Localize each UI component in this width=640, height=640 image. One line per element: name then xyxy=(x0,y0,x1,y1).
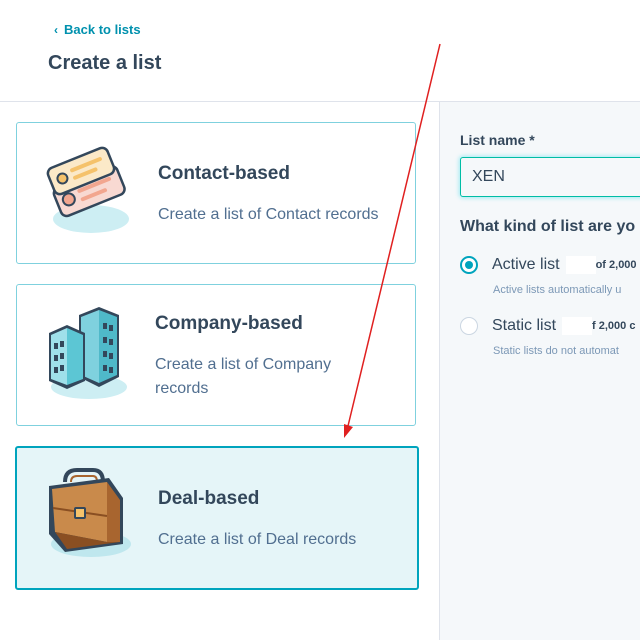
page-header: ‹ Back to lists Create a list xyxy=(0,0,640,102)
active-list-label: Active list xyxy=(492,256,560,273)
redaction-box xyxy=(565,256,596,274)
active-list-help: Active lists automatically u xyxy=(493,284,622,296)
redaction-box xyxy=(562,317,593,335)
briefcase-icon xyxy=(49,468,131,557)
card-description: Create a list of Deal records xyxy=(158,531,357,548)
office-building-icon xyxy=(49,307,127,399)
card-title: Deal-based xyxy=(158,488,260,509)
deal-based-card[interactable]: Deal-based Create a list of Deal records xyxy=(15,446,419,590)
static-list-label: Static list xyxy=(492,317,557,334)
contact-cards-icon xyxy=(46,146,129,233)
list-settings-panel: List name * What kind of list are yo Act… xyxy=(439,102,640,640)
back-link-label: Back to lists xyxy=(64,22,141,37)
object-type-panel: Contact-based Create a list of Contact r… xyxy=(0,102,439,640)
static-list-help: Static lists do not automat xyxy=(493,345,619,357)
company-based-card[interactable]: Company-based Create a list of Company r… xyxy=(16,284,416,426)
static-list-limit: f 2,000 c xyxy=(592,320,636,332)
list-name-label: List name * xyxy=(460,132,535,148)
list-name-input[interactable] xyxy=(460,157,640,197)
card-description: Create a list of Company records xyxy=(155,356,332,397)
contact-based-card[interactable]: Contact-based Create a list of Contact r… xyxy=(16,122,416,264)
active-list-limit: of 2,000 xyxy=(595,259,637,271)
static-list-radio[interactable] xyxy=(460,317,478,335)
card-description: Create a list of Contact records xyxy=(158,206,379,223)
list-type-question: What kind of list are yo xyxy=(460,218,636,235)
static-list-option[interactable]: Static list f 2,000 c xyxy=(460,317,635,335)
page-title: Create a list xyxy=(48,52,162,74)
chevron-left-icon: ‹ xyxy=(54,22,58,37)
active-list-option[interactable]: Active list of 2,000 xyxy=(460,256,637,274)
card-title: Company-based xyxy=(155,313,303,334)
active-list-radio[interactable] xyxy=(460,256,478,274)
back-to-lists-link[interactable]: ‹ Back to lists xyxy=(54,22,141,37)
card-title: Contact-based xyxy=(158,163,290,184)
